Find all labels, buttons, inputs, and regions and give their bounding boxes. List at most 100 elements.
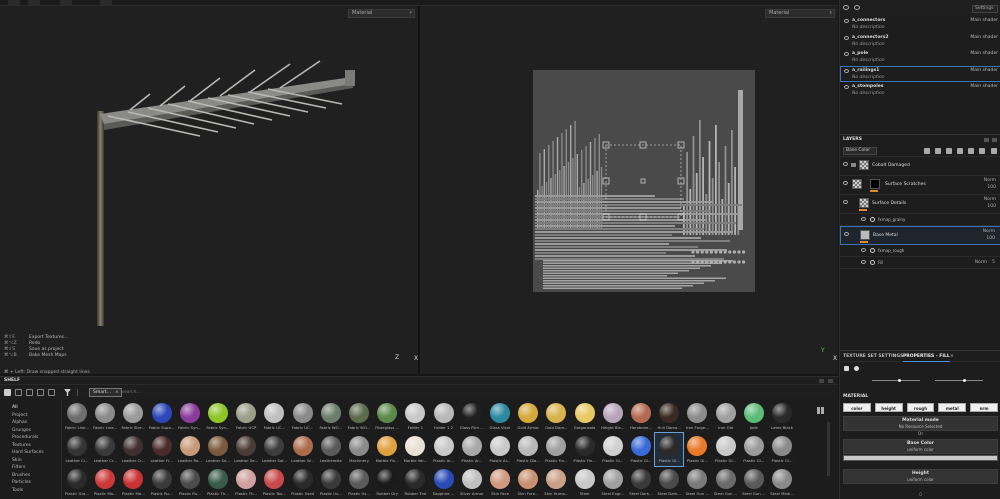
material-thumbnail[interactable]: Fabric Line... [91, 400, 119, 433]
slider-handle[interactable] [898, 379, 901, 382]
settings-dropdown[interactable]: Settings [972, 5, 998, 13]
shelf-category-textures[interactable]: Textures [12, 442, 61, 450]
layer-row[interactable]: Surface Details Norm 100 [840, 195, 1000, 214]
material-thumbnail[interactable]: Latex Black [768, 400, 796, 433]
material-thumbnail[interactable]: Leather W... [289, 433, 317, 466]
material-thumbnail[interactable]: Plastic Gl... [654, 432, 685, 467]
duplicate-icon[interactable] [26, 389, 33, 396]
material-thumbnail[interactable]: Marble Fin... [373, 433, 401, 466]
effect-row[interactable]: fxmap_rough [840, 245, 1000, 257]
channel-select[interactable]: Base Color [843, 147, 877, 155]
brush-icon[interactable] [946, 148, 952, 154]
material-thumbnail[interactable]: Rubber Dry [373, 466, 401, 499]
material-thumbnail[interactable]: Gorgonzola [571, 400, 599, 433]
material-thumbnail[interactable]: Plastic Used [289, 466, 317, 499]
add-effect-icon[interactable] [924, 148, 930, 154]
new-item-icon[interactable] [15, 389, 22, 396]
material-thumbnail[interactable]: Plastic Gl... [712, 433, 740, 466]
material-thumbnail[interactable]: Plastic Ru... [176, 466, 204, 499]
shelf-category-filters[interactable]: Filters [12, 464, 61, 472]
material-thumbnail[interactable]: Iron Forge... [683, 400, 711, 433]
add-layer-icon[interactable] [935, 148, 941, 154]
effect-row[interactable]: Fill Norm 5 [840, 257, 1000, 269]
material-thumbnail[interactable]: Hornbone... [627, 400, 655, 433]
material-thumbnail[interactable]: Folder 1 2 [430, 400, 458, 433]
material-thumbnail[interactable]: Leather Cr... [119, 433, 147, 466]
trash-icon[interactable] [991, 148, 997, 154]
close-icon[interactable] [992, 138, 997, 142]
material-thumbnail[interactable]: Leather Ro... [176, 433, 204, 466]
eye-icon[interactable] [843, 5, 849, 10]
material-thumbnail[interactable]: Steel Gun ... [683, 466, 711, 499]
material-thumbnail[interactable]: Skin Face [486, 466, 514, 499]
material-thumbnail[interactable]: Plastic Ru... [148, 466, 176, 499]
shelf-category-tools[interactable]: Tools [12, 487, 61, 495]
material-thumbnail[interactable]: Plastic Gl... [768, 433, 796, 466]
material-thumbnail[interactable]: Steel Dark... [627, 466, 655, 499]
material-thumbnail[interactable]: Fabric UC... [260, 400, 288, 433]
texture-set-shader[interactable]: Main shader [970, 35, 998, 40]
shelf-category-project[interactable]: Project [12, 412, 61, 420]
layer-row-selected[interactable]: Base Metal Norm 100 [840, 226, 1000, 245]
material-thumbnail[interactable]: Fabric Stre... [119, 400, 147, 433]
app-menu-icon[interactable] [8, 0, 20, 5]
eye-icon[interactable] [844, 232, 849, 236]
material-thumbnail[interactable]: Plastic Th... [204, 466, 232, 499]
shelf-category-particles[interactable]: Particles [12, 479, 61, 487]
eye-icon[interactable] [843, 162, 848, 166]
material-thumbnail[interactable]: Machinery [345, 433, 373, 466]
eye-icon[interactable] [861, 260, 866, 264]
material-thumbnail[interactable]: Leather Fi... [148, 433, 176, 466]
material-thumbnail[interactable]: Fiberglass ... [373, 400, 401, 433]
blend-mode[interactable]: Norm [984, 178, 996, 183]
material-thumbnail[interactable]: Skin Huma... [542, 466, 570, 499]
material-thumbnail[interactable]: Plastic Th... [232, 466, 260, 499]
material-thumbnail[interactable]: Plastic Fin... [571, 433, 599, 466]
material-thumbnail[interactable]: Fabric Syn... [204, 400, 232, 433]
channel-nrm-button[interactable]: nrm [970, 403, 998, 412]
folder-icon[interactable] [4, 389, 11, 396]
material-thumbnail[interactable]: Height Ble... [599, 400, 627, 433]
close-icon[interactable] [828, 379, 833, 383]
tool-icon[interactable] [100, 0, 112, 5]
effect-row[interactable]: fxmap_grainy [840, 214, 1000, 226]
undock-icon[interactable] [984, 138, 989, 142]
shelf-scrollbar[interactable] [827, 422, 830, 476]
texture-set-shader[interactable]: Main shader [970, 51, 998, 56]
material-thumbnail[interactable]: Fabric Line... [63, 400, 91, 433]
eye-icon[interactable] [861, 248, 866, 252]
close-icon[interactable]: × [950, 351, 954, 362]
material-thumbnail[interactable]: Leatherette [317, 433, 345, 466]
slider[interactable] [872, 379, 920, 382]
material-thumbnail[interactable]: Iron Old [712, 400, 740, 433]
eye-icon[interactable] [844, 35, 849, 40]
height-number[interactable]: 0 [840, 492, 1000, 497]
texture-set-a-pole[interactable]: a_pole No description Main shader [840, 49, 1000, 66]
material-sphere-icon[interactable] [854, 366, 859, 371]
material-thumbnail[interactable]: Plastic Fin... [542, 433, 570, 466]
eye-icon[interactable] [854, 5, 860, 10]
texture-set-a-stompoles[interactable]: a_stompoles No description Main shader [840, 82, 1000, 99]
mask-icon[interactable] [968, 148, 974, 154]
save-icon[interactable] [37, 389, 44, 396]
material-thumbnail[interactable]: Leather Sof... [260, 433, 288, 466]
texture-set-a-connectors[interactable]: a_connectors No description Main shader [840, 16, 1000, 33]
blend-mode[interactable]: Norm [975, 260, 987, 265]
smart-filter-chip[interactable]: Smart... × [89, 388, 122, 397]
material-thumbnail[interactable]: Steel [571, 466, 599, 499]
filter-icon[interactable] [64, 389, 71, 396]
material-thumbnail[interactable]: Plastic Ar... [458, 433, 486, 466]
channel-height-button[interactable]: height [874, 403, 903, 412]
base-color-swatch[interactable] [843, 455, 998, 461]
material-thumbnail[interactable]: Silver Armor [458, 466, 486, 499]
material-thumbnail[interactable]: Hull Dama... [655, 400, 683, 433]
texture-set-a-connectors2[interactable]: a_connectors2 No description Main shader [840, 33, 1000, 50]
grid-view-icon[interactable] [817, 407, 824, 414]
material-thumbnail[interactable]: Steel Engr... [599, 466, 627, 499]
material-thumbnail[interactable]: Rubber Tire [401, 466, 429, 499]
channel-rough-button[interactable]: rough [906, 403, 935, 412]
shelf-search-input[interactable] [119, 388, 809, 397]
material-thumbnail[interactable]: Gold Armor [514, 400, 542, 433]
material-thumbnail[interactable]: Steel Medi... [768, 466, 796, 499]
material-thumbnail[interactable]: Steel Gun ... [712, 466, 740, 499]
